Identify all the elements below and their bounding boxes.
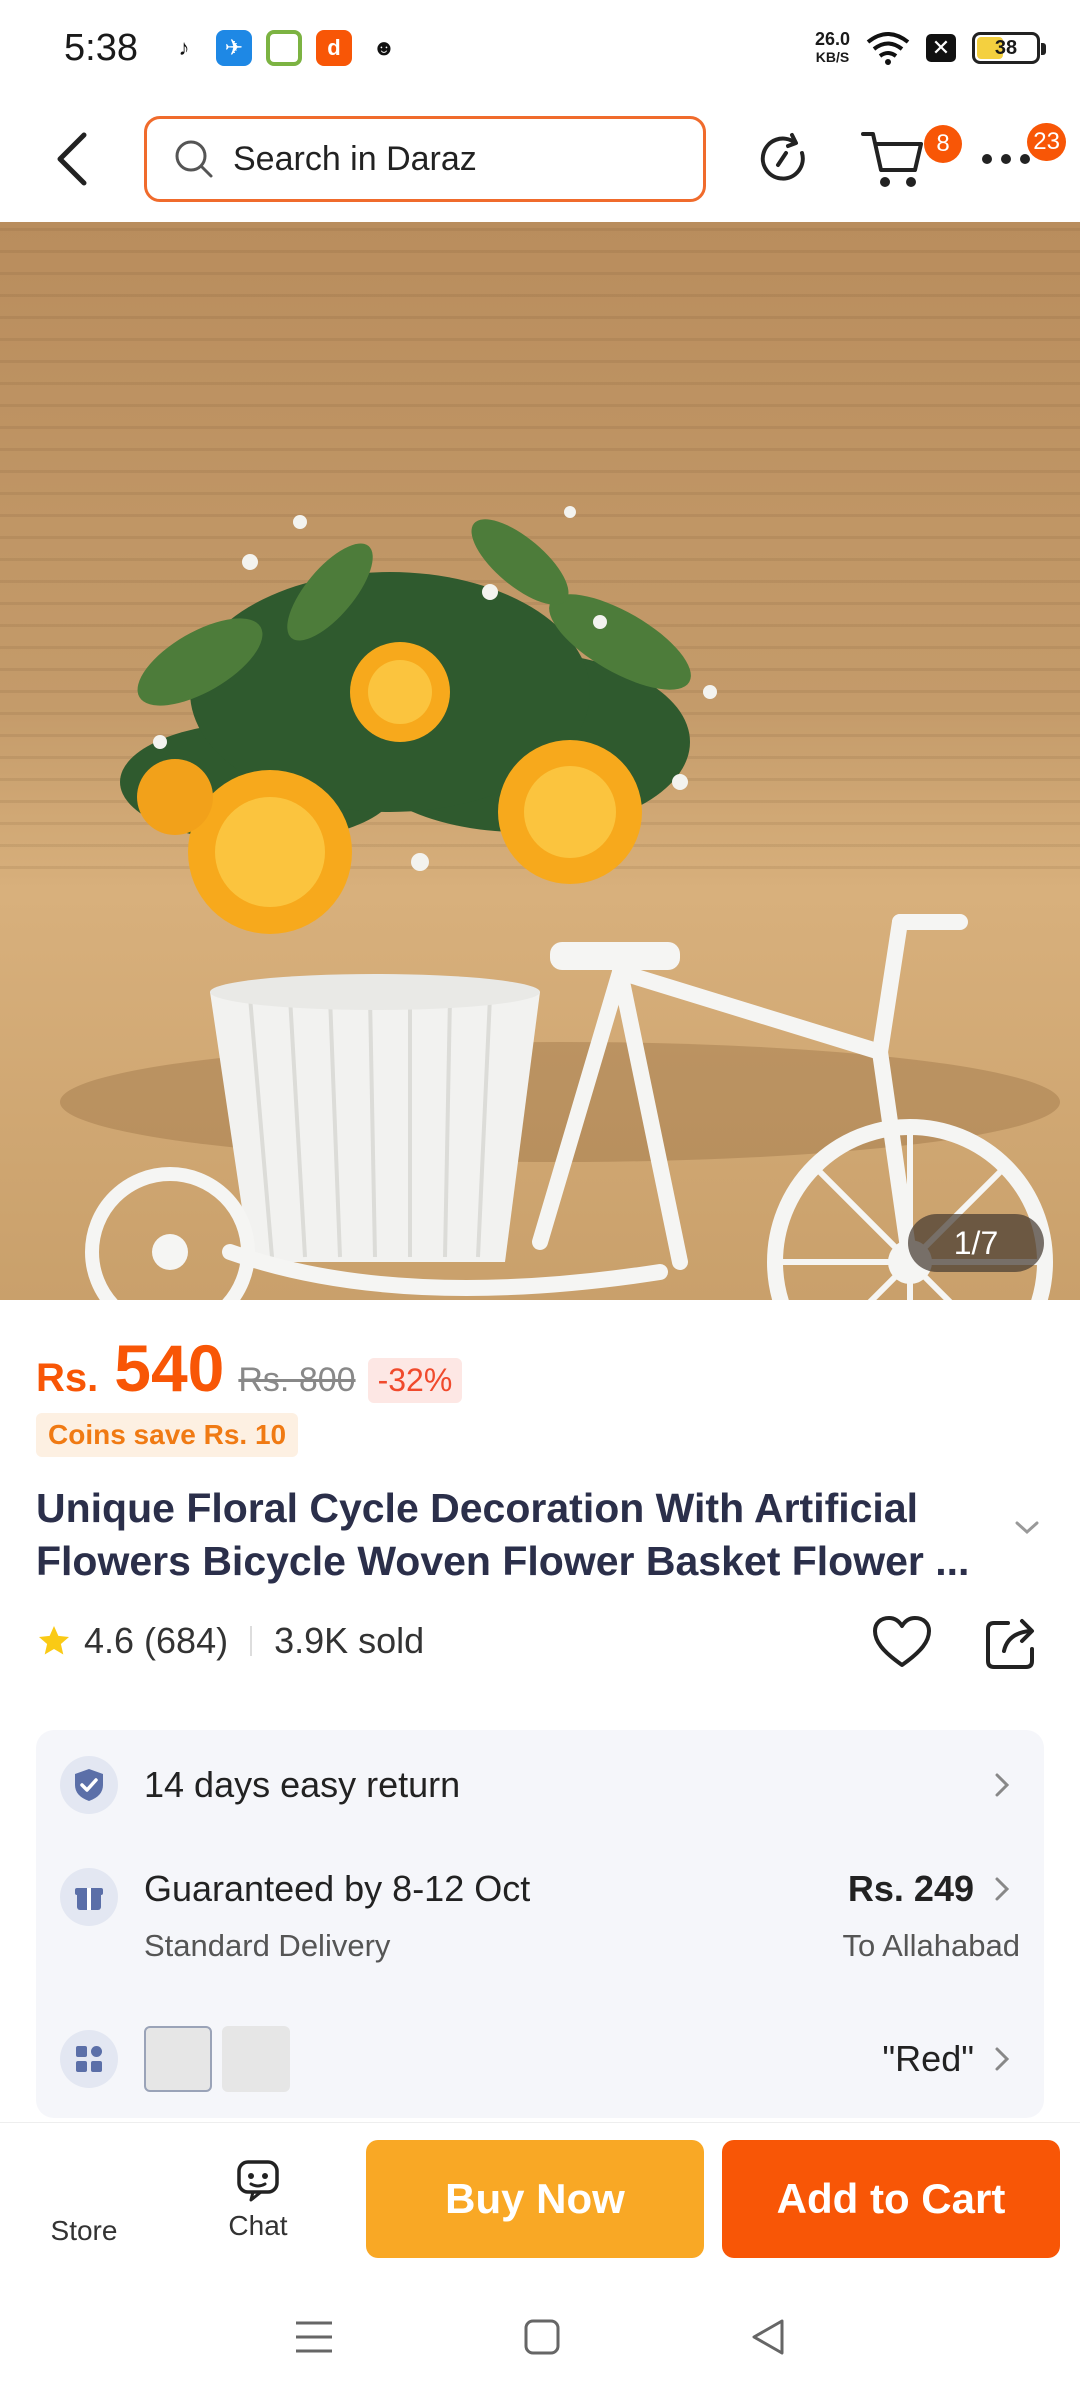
- wifi-icon: [866, 32, 910, 65]
- search-icon: [175, 140, 213, 178]
- share-icon[interactable]: [984, 1615, 1040, 1671]
- star-icon: [39, 1626, 69, 1655]
- store-label: Store: [50, 2214, 118, 2246]
- chrome-icon: [265, 30, 302, 66]
- product-title[interactable]: Unique Floral Cycle Decoration With Arti…: [36, 1482, 986, 1588]
- chat-label: Chat: [228, 2209, 288, 2241]
- service-info-card: 14 days easy return Guaranteed by 8-12 O…: [36, 1730, 1044, 2118]
- chevron-right-icon: [995, 2047, 1010, 2071]
- top-nav: Search in Daraz 8 23: [0, 96, 1080, 222]
- history-button[interactable]: [742, 117, 826, 201]
- search-input[interactable]: Search in Daraz: [144, 116, 706, 202]
- price-currency: Rs.: [36, 1356, 99, 1400]
- more-options-button[interactable]: 23: [964, 117, 1066, 201]
- network-speed-value: 26.0: [814, 29, 850, 49]
- back-arrow-icon: [57, 132, 87, 186]
- cart-button[interactable]: 8: [852, 117, 962, 201]
- home-icon[interactable]: [523, 2318, 561, 2356]
- current-price: 540: [114, 1331, 225, 1405]
- battery-icon: 38: [972, 32, 1046, 64]
- notification-count-badge: 23: [1027, 123, 1066, 161]
- network-speed: 26.0 KB/S: [815, 30, 850, 66]
- delivery-guarantee: Guaranteed by 8-12 Oct: [144, 1868, 531, 1909]
- robot-app-icon: ☻: [365, 30, 402, 66]
- selected-variant: "Red": [882, 2038, 974, 2079]
- chat-button[interactable]: Chat: [194, 2156, 322, 2242]
- status-bar: 5:38 ♪ ✈ d ☻ 26.0 KB/S ✕ 38: [0, 0, 1080, 96]
- chat-bot-icon: [237, 2159, 279, 2201]
- status-time: 5:38: [64, 26, 138, 69]
- delivery-type: Standard Delivery: [144, 1928, 391, 1963]
- more-dots-icon: [982, 154, 1030, 164]
- original-price: Rs. 800: [238, 1361, 356, 1399]
- no-signal-icon: ✕: [926, 34, 956, 62]
- chevron-right-icon: [995, 1877, 1010, 1901]
- cart-icon: [861, 132, 923, 187]
- battery-level: 38: [994, 36, 1018, 59]
- variant-swatch-1[interactable]: [144, 2026, 212, 2092]
- back-button[interactable]: [30, 117, 114, 201]
- product-image: [60, 506, 1060, 1300]
- review-count: (684): [144, 1620, 229, 1661]
- recent-apps-icon[interactable]: [294, 2319, 334, 2355]
- product-actions: [872, 1615, 1040, 1671]
- return-policy-text: 14 days easy return: [144, 1764, 461, 1805]
- buy-now-button[interactable]: Buy Now: [366, 2139, 704, 2258]
- messenger-app-icon: ✈: [215, 30, 252, 66]
- search-placeholder: Search in Daraz: [233, 139, 477, 178]
- coins-savings-badge: Coins save Rs. 10: [36, 1413, 299, 1457]
- add-to-cart-button[interactable]: Add to Cart: [722, 2139, 1060, 2258]
- network-speed-unit: KB/S: [815, 49, 850, 65]
- sold-count: 3.9K sold: [274, 1620, 425, 1661]
- delivery-row[interactable]: Guaranteed by 8-12 Oct Standard Delivery…: [60, 1868, 1020, 1964]
- shield-check-icon: [60, 1756, 118, 1814]
- discount-badge: -32%: [367, 1358, 463, 1403]
- grid-options-icon: [60, 2030, 118, 2088]
- rating-row[interactable]: 4.6 (684) 3.9K sold: [36, 1620, 424, 1662]
- store-button[interactable]: Store: [20, 2151, 148, 2247]
- status-app-icons: ♪ ✈ d ☻: [165, 30, 402, 66]
- price-row: Rs. 540 Rs. 800 -32%: [36, 1330, 463, 1406]
- bottom-action-bar: Store Chat Buy Now Add to Cart: [0, 2122, 1080, 2274]
- history-icon: [760, 133, 805, 181]
- gift-box-icon: [60, 1868, 118, 1926]
- rating-value: 4.6: [84, 1620, 135, 1661]
- product-image-gallery[interactable]: 1/7: [0, 222, 1080, 1300]
- delivery-fee: Rs. 249: [847, 1868, 974, 1909]
- tiktok-icon: ♪: [165, 30, 202, 66]
- expand-title-button[interactable]: [1014, 1520, 1040, 1541]
- delivery-location: To Allahabad: [842, 1928, 1020, 1963]
- cart-count-badge: 8: [924, 125, 962, 163]
- chevron-right-icon: [995, 1773, 1010, 1797]
- system-navigation-bar: [0, 2274, 1080, 2400]
- variant-swatch-2[interactable]: [222, 2026, 290, 2092]
- return-policy-row[interactable]: 14 days easy return: [60, 1756, 1020, 1814]
- heart-icon[interactable]: [872, 1615, 932, 1669]
- daraz-app-icon: d: [315, 30, 352, 66]
- variant-row[interactable]: "Red": [60, 2026, 1020, 2092]
- image-counter: 1/7: [908, 1214, 1044, 1272]
- chevron-down-icon: [1015, 1521, 1039, 1535]
- system-back-icon[interactable]: [750, 2317, 786, 2357]
